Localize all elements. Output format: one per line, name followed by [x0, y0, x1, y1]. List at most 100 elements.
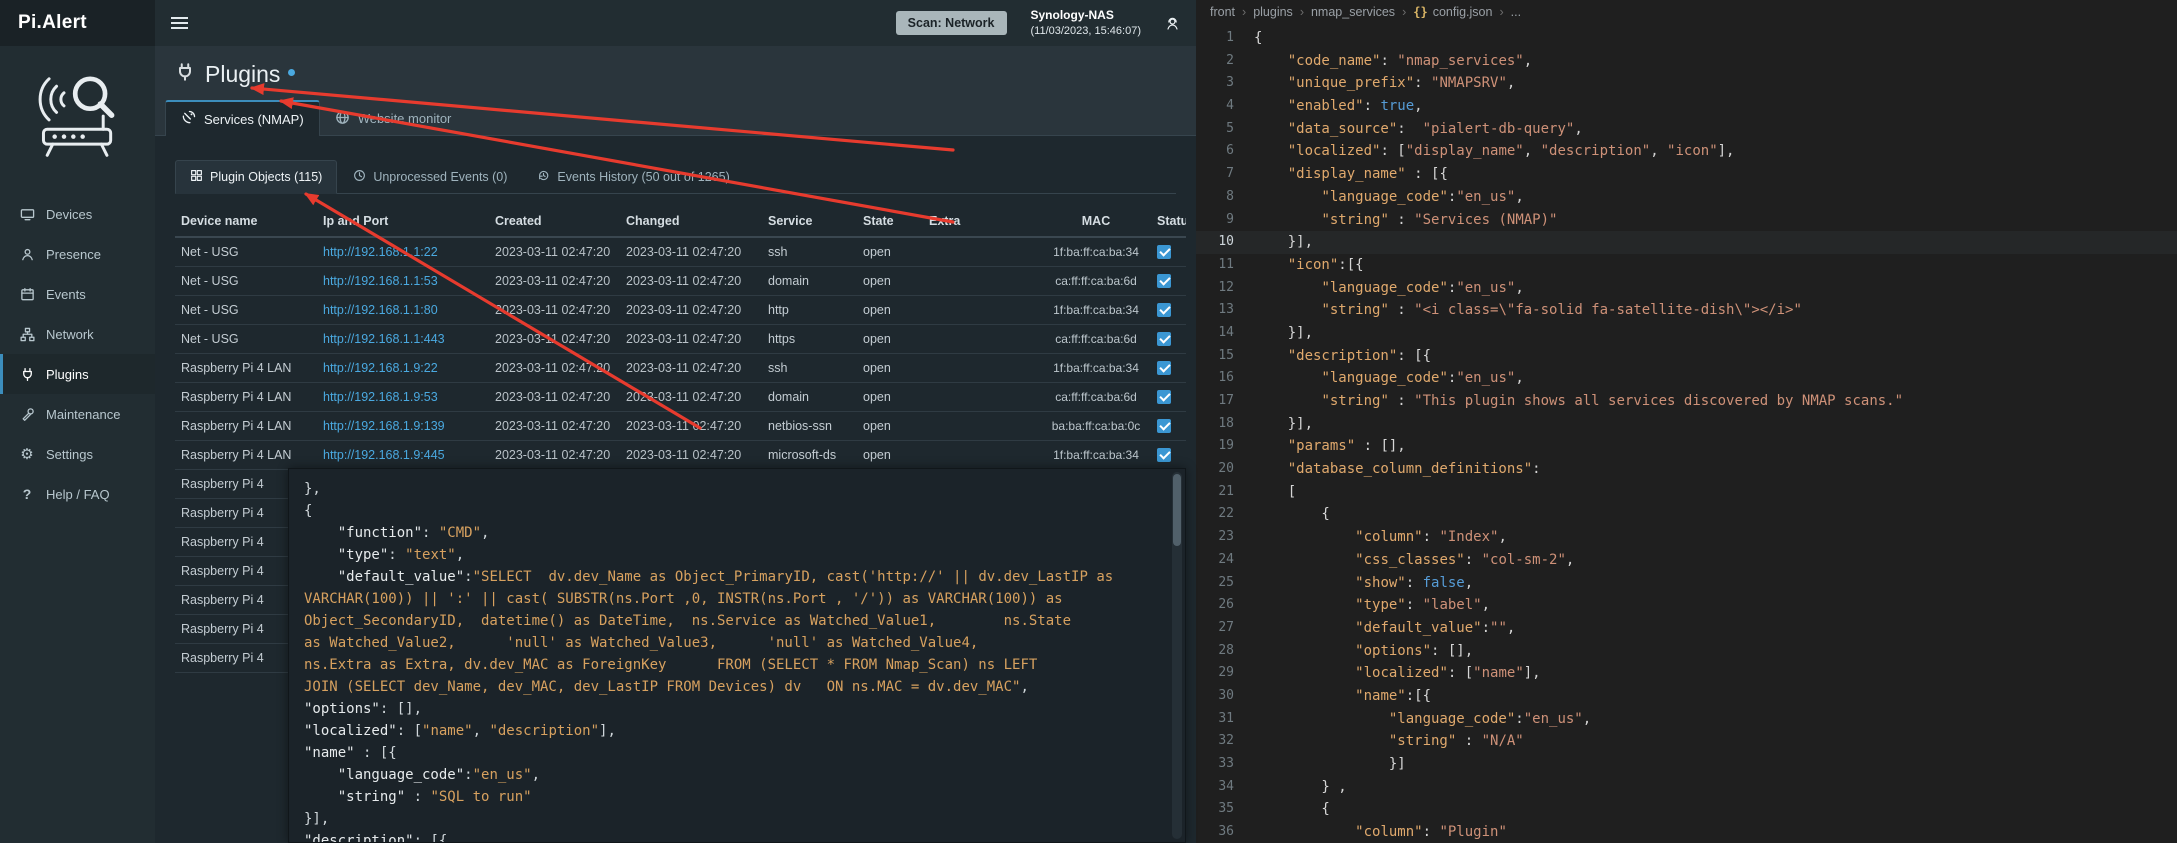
sidebar-item-network[interactable]: Network — [0, 314, 155, 354]
ip-port-link[interactable]: http://192.168.1.9:445 — [323, 448, 445, 462]
col-mac[interactable]: MAC — [1041, 206, 1151, 237]
ip-port-link[interactable]: http://192.168.1.1:22 — [323, 245, 438, 259]
editor-line[interactable]: 1{ — [1196, 27, 2177, 50]
created-cell: 2023-03-11 02:47:20 — [489, 324, 620, 353]
subtab-events-history-50-out-of-1265[interactable]: Events History (50 out of 1265) — [523, 160, 743, 194]
status-checkbox[interactable] — [1157, 419, 1171, 433]
ip-port-link[interactable]: http://192.168.1.9:22 — [323, 361, 438, 375]
tab-website-monitor[interactable]: Website monitor — [320, 102, 467, 135]
editor-line[interactable]: 24 "css_classes": "col-sm-2", — [1196, 549, 2177, 572]
status-checkbox[interactable] — [1157, 274, 1171, 288]
editor-line[interactable]: 18 }], — [1196, 413, 2177, 436]
editor-line[interactable]: 9 "string" : "Services (NMAP)" — [1196, 209, 2177, 232]
ip-port-link[interactable]: http://192.168.1.9:139 — [323, 419, 445, 433]
editor-line[interactable]: 15 "description": [{ — [1196, 345, 2177, 368]
status-checkbox[interactable] — [1157, 245, 1171, 259]
editor-line[interactable]: 4 "enabled": true, — [1196, 95, 2177, 118]
breadcrumb-label: ... — [1511, 5, 1521, 19]
editor-line[interactable]: 3 "unique_prefix": "NMAPSRV", — [1196, 72, 2177, 95]
sidebar-item-maintenance[interactable]: Maintenance — [0, 394, 155, 434]
ip-port-link[interactable]: http://192.168.1.9:53 — [323, 390, 438, 404]
line-number: 7 — [1196, 163, 1254, 186]
line-number: 29 — [1196, 662, 1254, 685]
table-row: Raspberry Pi 4 LANhttp://192.168.1.9:445… — [175, 440, 1186, 469]
status-checkbox[interactable] — [1157, 332, 1171, 346]
col-state[interactable]: State — [857, 206, 923, 237]
breadcrumb-item-[interactable]: ... — [1511, 5, 1521, 19]
code-editor: front›plugins›nmap_services›{}config.jso… — [1196, 0, 2177, 843]
editor-line[interactable]: 19 "params" : [], — [1196, 435, 2177, 458]
editor-line[interactable]: 14 }], — [1196, 322, 2177, 345]
service-cell: domain — [762, 266, 857, 295]
editor-line[interactable]: 27 "default_value":"", — [1196, 617, 2177, 640]
user-headset-icon[interactable] — [1165, 16, 1180, 31]
breadcrumb-item-nmap-services[interactable]: nmap_services — [1311, 5, 1395, 19]
sidebar-toggle-button[interactable] — [155, 0, 203, 46]
editor-line[interactable]: 20 "database_column_definitions": — [1196, 458, 2177, 481]
col-created[interactable]: Created — [489, 206, 620, 237]
editor-line[interactable]: 30 "name":[{ — [1196, 685, 2177, 708]
editor-line[interactable]: 21 [ — [1196, 481, 2177, 504]
overlay-code-line: "function": "CMD", — [304, 522, 1155, 544]
col-extra[interactable]: Extra — [923, 206, 1041, 237]
editor-line[interactable]: 26 "type": "label", — [1196, 594, 2177, 617]
help-dot[interactable] — [288, 69, 295, 76]
editor-line[interactable]: 28 "options": [], — [1196, 640, 2177, 663]
status-checkbox[interactable] — [1157, 390, 1171, 404]
sidebar-item-events[interactable]: Events — [0, 274, 155, 314]
overlay-code-line: ns.Extra as Extra, dv.dev_MAC as Foreign… — [304, 654, 1155, 676]
sidebar-item-presence[interactable]: Presence — [0, 234, 155, 274]
ip-port-link[interactable]: http://192.168.1.1:53 — [323, 274, 438, 288]
editor-line[interactable]: 8 "language_code":"en_us", — [1196, 186, 2177, 209]
subtab-unprocessed-events-0[interactable]: Unprocessed Events (0) — [339, 160, 521, 194]
status-checkbox[interactable] — [1157, 361, 1171, 375]
plugin-config-textarea[interactable]: },{ "function": "CMD", "type": "text", "… — [288, 468, 1186, 843]
ip-port-link[interactable]: http://192.168.1.1:443 — [323, 332, 445, 346]
col-changed[interactable]: Changed — [620, 206, 762, 237]
col-status[interactable]: Status — [1151, 206, 1186, 237]
sidebar-item-devices[interactable]: Devices — [0, 194, 155, 234]
sidebar-item-help-faq[interactable]: ?Help / FAQ — [0, 474, 155, 514]
editor-line[interactable]: 17 "string" : "This plugin shows all ser… — [1196, 390, 2177, 413]
editor-line[interactable]: 23 "column": "Index", — [1196, 526, 2177, 549]
editor-line[interactable]: 33 }] — [1196, 753, 2177, 776]
subtab-plugin-objects-115[interactable]: Plugin Objects (115) — [175, 160, 337, 194]
editor-line[interactable]: 10 }], — [1196, 231, 2177, 254]
editor-line[interactable]: 29 "localized": ["name"], — [1196, 662, 2177, 685]
editor-line[interactable]: 2 "code_name": "nmap_services", — [1196, 50, 2177, 73]
breadcrumb-item-plugins[interactable]: plugins — [1253, 5, 1293, 19]
col-service[interactable]: Service — [762, 206, 857, 237]
overlay-scrollbar-thumb[interactable] — [1173, 474, 1181, 546]
ip-port-cell: http://192.168.1.9:53 — [317, 382, 489, 411]
editor-line[interactable]: 22 { — [1196, 503, 2177, 526]
sidebar-item-settings[interactable]: ⚙Settings — [0, 434, 155, 474]
editor-line[interactable]: 13 "string" : "<i class=\"fa-solid fa-sa… — [1196, 299, 2177, 322]
editor-line[interactable]: 25 "show": false, — [1196, 572, 2177, 595]
breadcrumb-item-front[interactable]: front — [1210, 5, 1235, 19]
brand-logo[interactable]: Pi.Alert — [0, 0, 155, 46]
col-device-name[interactable]: Device name — [175, 206, 317, 237]
status-checkbox[interactable] — [1157, 303, 1171, 317]
editor-line[interactable]: 7 "display_name" : [{ — [1196, 163, 2177, 186]
tab-label: Website monitor — [358, 111, 452, 126]
ip-port-link[interactable]: http://192.168.1.1:80 — [323, 303, 438, 317]
sidebar-item-plugins[interactable]: Plugins — [0, 354, 155, 394]
tab-services-nmap[interactable]: Services (NMAP) — [165, 100, 320, 136]
editor-line[interactable]: 16 "language_code":"en_us", — [1196, 367, 2177, 390]
editor-line[interactable]: 32 "string" : "N/A" — [1196, 730, 2177, 753]
breadcrumb-item-config-json[interactable]: {}config.json — [1413, 5, 1492, 19]
overlay-scrollbar[interactable] — [1172, 472, 1182, 839]
editor-line[interactable]: 11 "icon":[{ — [1196, 254, 2177, 277]
editor-line[interactable]: 31 "language_code":"en_us", — [1196, 708, 2177, 731]
editor-code[interactable]: 1{2 "code_name": "nmap_services",3 "uniq… — [1196, 24, 2177, 843]
editor-line[interactable]: 12 "language_code":"en_us", — [1196, 277, 2177, 300]
extra-cell — [923, 295, 1041, 324]
editor-line[interactable]: 36 "column": "Plugin" — [1196, 821, 2177, 843]
editor-line[interactable]: 6 "localized": ["display_name", "descrip… — [1196, 140, 2177, 163]
col-ip-and-port[interactable]: Ip and Port — [317, 206, 489, 237]
overlay-code-line: JOIN (SELECT dev_Name, dev_MAC, dev_Last… — [304, 676, 1155, 698]
editor-line[interactable]: 34 } , — [1196, 776, 2177, 799]
editor-line[interactable]: 35 { — [1196, 798, 2177, 821]
editor-line[interactable]: 5 "data_source": "pialert-db-query", — [1196, 118, 2177, 141]
status-checkbox[interactable] — [1157, 448, 1171, 462]
